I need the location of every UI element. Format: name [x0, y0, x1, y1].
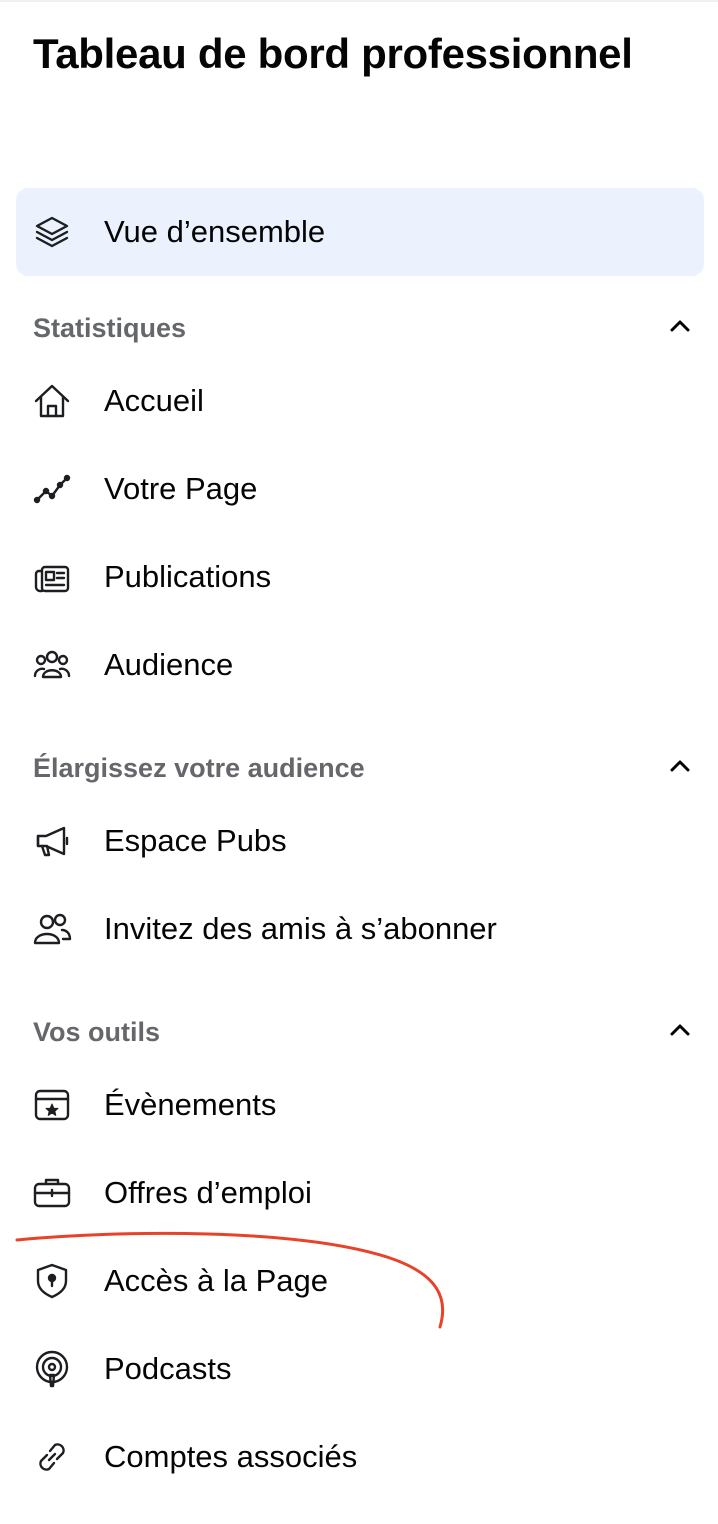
menu-item-home-label: Accueil: [104, 383, 204, 418]
chevron-up-icon[interactable]: [667, 753, 693, 784]
menu-item-invite-friends-label: Invitez des amis à s’abonner: [104, 911, 497, 946]
menu-item-your-page-label: Votre Page: [104, 471, 258, 506]
menu-item-invite-friends[interactable]: Invitez des amis à s’abonner: [16, 889, 704, 969]
group-icon: [32, 645, 72, 685]
business-dashboard-menu: Tableau de bord professionnel Vue d’ense…: [0, 0, 718, 1524]
menu-item-audience[interactable]: Audience: [16, 625, 704, 705]
page-title: Tableau de bord professionnel: [33, 30, 633, 77]
menu-item-overview-label: Vue d’ensemble: [104, 214, 326, 249]
calendar-star-icon: [32, 1085, 72, 1125]
megaphone-icon: [32, 821, 72, 861]
line-chart-icon: [32, 469, 72, 509]
menu-item-jobs[interactable]: Offres d’emploi: [16, 1153, 704, 1233]
menu-item-publications-label: Publications: [104, 559, 272, 594]
section-header-statistics[interactable]: Statistiques: [33, 308, 693, 348]
section-header-your-tools[interactable]: Vos outils: [33, 1012, 693, 1052]
section-label-grow-audience: Élargissez votre audience: [33, 752, 365, 783]
section-label-your-tools: Vos outils: [33, 1016, 161, 1047]
menu-item-audience-label: Audience: [104, 647, 234, 682]
section-header-grow-audience[interactable]: Élargissez votre audience: [33, 748, 693, 788]
menu-item-publications[interactable]: Publications: [16, 537, 704, 617]
menu-item-podcasts[interactable]: Podcasts: [16, 1329, 704, 1409]
menu-item-events-label: Évènements: [104, 1087, 277, 1122]
menu-item-linked-accounts-label: Comptes associés: [104, 1439, 358, 1474]
newspaper-icon: [32, 557, 72, 597]
menu-item-home[interactable]: Accueil: [16, 361, 704, 441]
section-label-statistics: Statistiques: [33, 312, 187, 343]
menu-item-podcasts-label: Podcasts: [104, 1351, 232, 1386]
chevron-up-icon[interactable]: [667, 1017, 693, 1048]
menu-item-linked-accounts[interactable]: Comptes associés: [16, 1417, 704, 1497]
link-icon: [32, 1437, 72, 1477]
shield-lock-icon: [32, 1261, 72, 1301]
top-divider: [0, 0, 718, 2]
layers-icon: [32, 212, 72, 252]
briefcase-icon: [32, 1173, 72, 1213]
menu-item-events[interactable]: Évènements: [16, 1065, 704, 1145]
home-icon: [32, 381, 72, 421]
users-icon: [32, 909, 72, 949]
menu-item-page-access[interactable]: Accès à la Page: [16, 1241, 704, 1321]
menu-item-page-access-label: Accès à la Page: [104, 1263, 329, 1298]
chevron-up-icon[interactable]: [667, 313, 693, 344]
menu-item-ads-center[interactable]: Espace Pubs: [16, 801, 704, 881]
podcast-icon: [32, 1349, 72, 1389]
menu-item-ads-center-label: Espace Pubs: [104, 823, 287, 858]
menu-item-overview[interactable]: Vue d’ensemble: [16, 188, 704, 276]
menu-item-jobs-label: Offres d’emploi: [104, 1175, 312, 1210]
menu-item-your-page[interactable]: Votre Page: [16, 449, 704, 529]
